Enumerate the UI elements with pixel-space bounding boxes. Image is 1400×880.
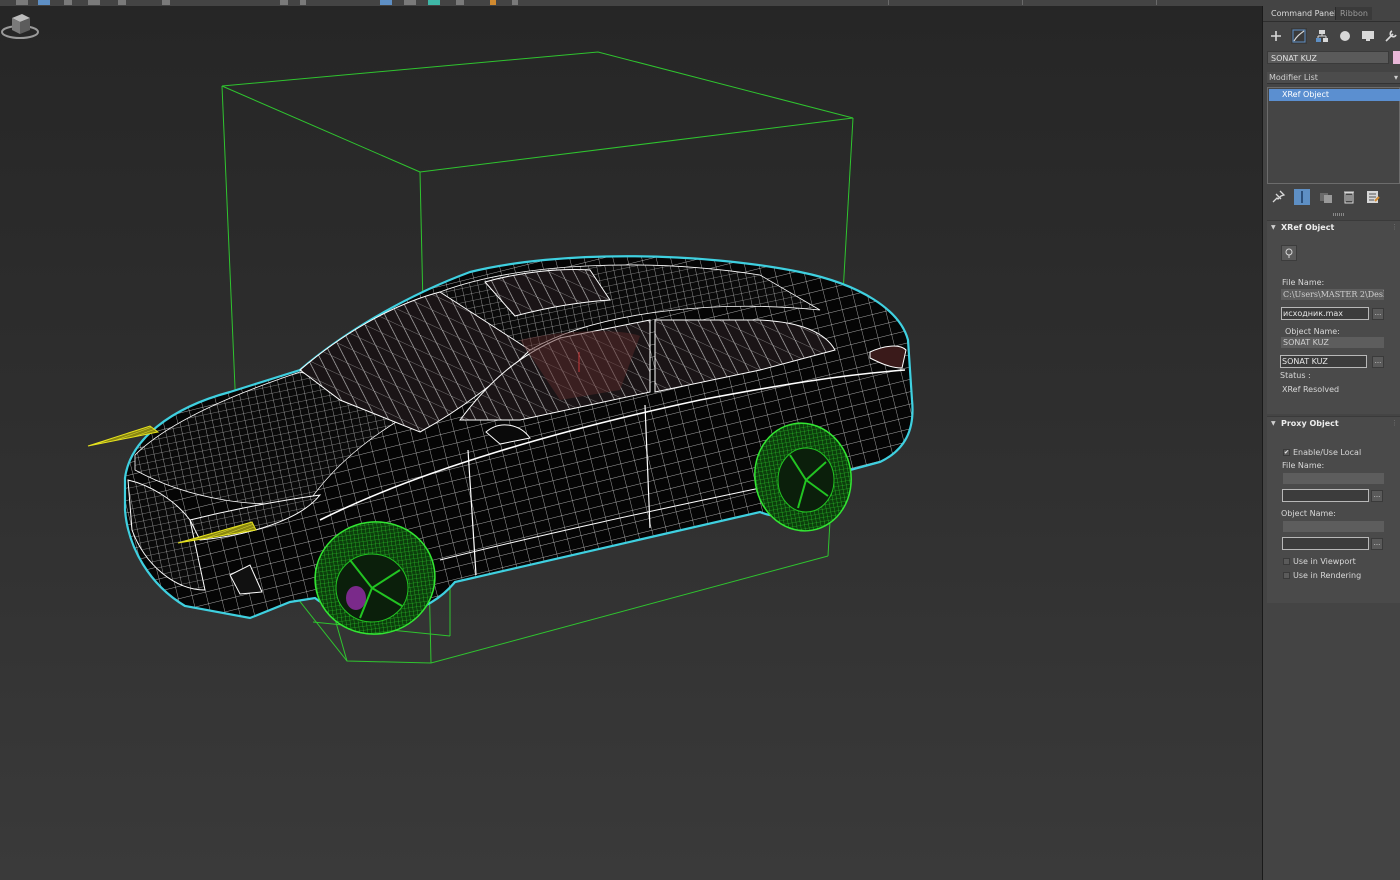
panel-resize-grip[interactable]: [1333, 213, 1345, 216]
proxy-file-path-field: [1283, 473, 1384, 484]
toolbar-button[interactable]: [280, 0, 288, 5]
tab-command-panel[interactable]: Command Panel: [1267, 7, 1341, 20]
create-icon[interactable]: [1268, 28, 1284, 44]
object-name-label: Object Name:: [1285, 327, 1340, 336]
proxy-object-display-field: [1283, 521, 1384, 532]
modifier-list-dropdown[interactable]: Modifier List ▾: [1267, 72, 1400, 84]
rollout-title[interactable]: XRef Object: [1281, 223, 1334, 232]
toolbar-button[interactable]: [162, 0, 170, 5]
eye-icon: [1285, 248, 1293, 258]
scene-canvas[interactable]: [0, 6, 1262, 880]
pin-stack-icon[interactable]: [1270, 189, 1286, 205]
toolbar-button[interactable]: [380, 0, 392, 5]
utilities-icon[interactable]: [1383, 28, 1399, 44]
stack-item-xref-object[interactable]: XRef Object: [1269, 89, 1400, 101]
rollout-title[interactable]: Proxy Object: [1281, 419, 1339, 428]
xref-object-rollout: ▼ XRef Object ⋮ File Name: C:\Users\MAST…: [1267, 220, 1400, 414]
object-name-field[interactable]: SONAT KUZ: [1267, 51, 1389, 64]
toolbar-separator: [888, 0, 889, 5]
proxy-browse-file-button[interactable]: ...: [1371, 490, 1383, 502]
rollout-options-icon[interactable]: ⋮: [1391, 223, 1398, 231]
proxy-browse-object-button[interactable]: ...: [1371, 538, 1383, 550]
use-in-rendering-label: Use in Rendering: [1293, 571, 1362, 580]
tab-ribbon[interactable]: Ribbon: [1335, 7, 1372, 20]
file-path-field: C:\Users\MASTER 2\Desktop: [1281, 289, 1384, 300]
collapse-triangle-icon[interactable]: ▼: [1271, 224, 1276, 231]
remove-modifier-icon[interactable]: [1341, 189, 1357, 205]
use-in-viewport-checkbox[interactable]: [1283, 558, 1290, 565]
toolbar-button[interactable]: [300, 0, 306, 5]
proxy-file-name-label: File Name:: [1282, 461, 1325, 470]
toolbar-button[interactable]: [16, 0, 28, 5]
object-name-field[interactable]: SONAT KUZ: [1280, 355, 1367, 368]
modifier-stack[interactable]: XRef Object: [1267, 87, 1400, 184]
status-label: Status :: [1280, 371, 1311, 380]
enable-use-local-checkbox[interactable]: ✔: [1283, 449, 1290, 456]
toolbar-button[interactable]: [512, 0, 518, 5]
hierarchy-icon[interactable]: [1314, 28, 1330, 44]
toolbar-button[interactable]: [118, 0, 126, 5]
command-panel: Command Panel Ribbon SONAT KUZ Modifier …: [1263, 6, 1400, 880]
collapse-triangle-icon[interactable]: ▼: [1271, 420, 1276, 427]
browse-object-button[interactable]: ...: [1372, 356, 1384, 368]
toolbar-button[interactable]: [88, 0, 100, 5]
file-name-label: File Name:: [1282, 278, 1325, 287]
display-icon[interactable]: [1360, 28, 1376, 44]
browse-file-button[interactable]: ...: [1372, 308, 1384, 320]
modifier-list-label: Modifier List: [1269, 73, 1318, 82]
make-unique-icon[interactable]: [1318, 189, 1334, 205]
proxy-object-name-field[interactable]: [1282, 537, 1369, 550]
proxy-file-name-field[interactable]: [1282, 489, 1369, 502]
toolbar-button[interactable]: [456, 0, 464, 5]
proxy-object-name-label: Object Name:: [1281, 509, 1336, 518]
show-end-result-icon[interactable]: [1294, 189, 1310, 205]
use-in-viewport-label: Use in Viewport: [1293, 557, 1356, 566]
toolbar-separator: [1156, 0, 1157, 5]
toolbar-button[interactable]: [64, 0, 72, 5]
rollout-options-icon[interactable]: ⋮: [1391, 419, 1398, 427]
configure-modifier-sets-icon[interactable]: [1365, 189, 1381, 205]
chevron-down-icon: ▾: [1393, 73, 1398, 82]
modify-icon[interactable]: [1291, 28, 1307, 44]
perspective-viewport[interactable]: [0, 6, 1263, 880]
toolbar-button[interactable]: [428, 0, 440, 5]
enable-use-local-label: Enable/Use Local: [1293, 448, 1362, 457]
object-color-swatch[interactable]: [1393, 51, 1400, 64]
select-object-button[interactable]: [38, 0, 50, 5]
status-value: XRef Resolved: [1282, 385, 1340, 394]
update-file-button[interactable]: [1281, 245, 1297, 261]
object-name-display: SONAT KUZ: [1281, 337, 1384, 348]
proxy-object-rollout: ▼ Proxy Object ⋮ ✔ Enable/Use Local File…: [1267, 416, 1400, 603]
viewcube-icon[interactable]: [0, 6, 40, 42]
use-in-rendering-checkbox[interactable]: [1283, 572, 1290, 579]
tab-divider: [1263, 21, 1400, 22]
file-name-field[interactable]: исходник.max: [1281, 307, 1369, 320]
toolbar-button[interactable]: [404, 0, 416, 5]
motion-icon[interactable]: [1337, 28, 1353, 44]
toolbar-separator: [1022, 0, 1023, 5]
toolbar-button[interactable]: [490, 0, 496, 5]
